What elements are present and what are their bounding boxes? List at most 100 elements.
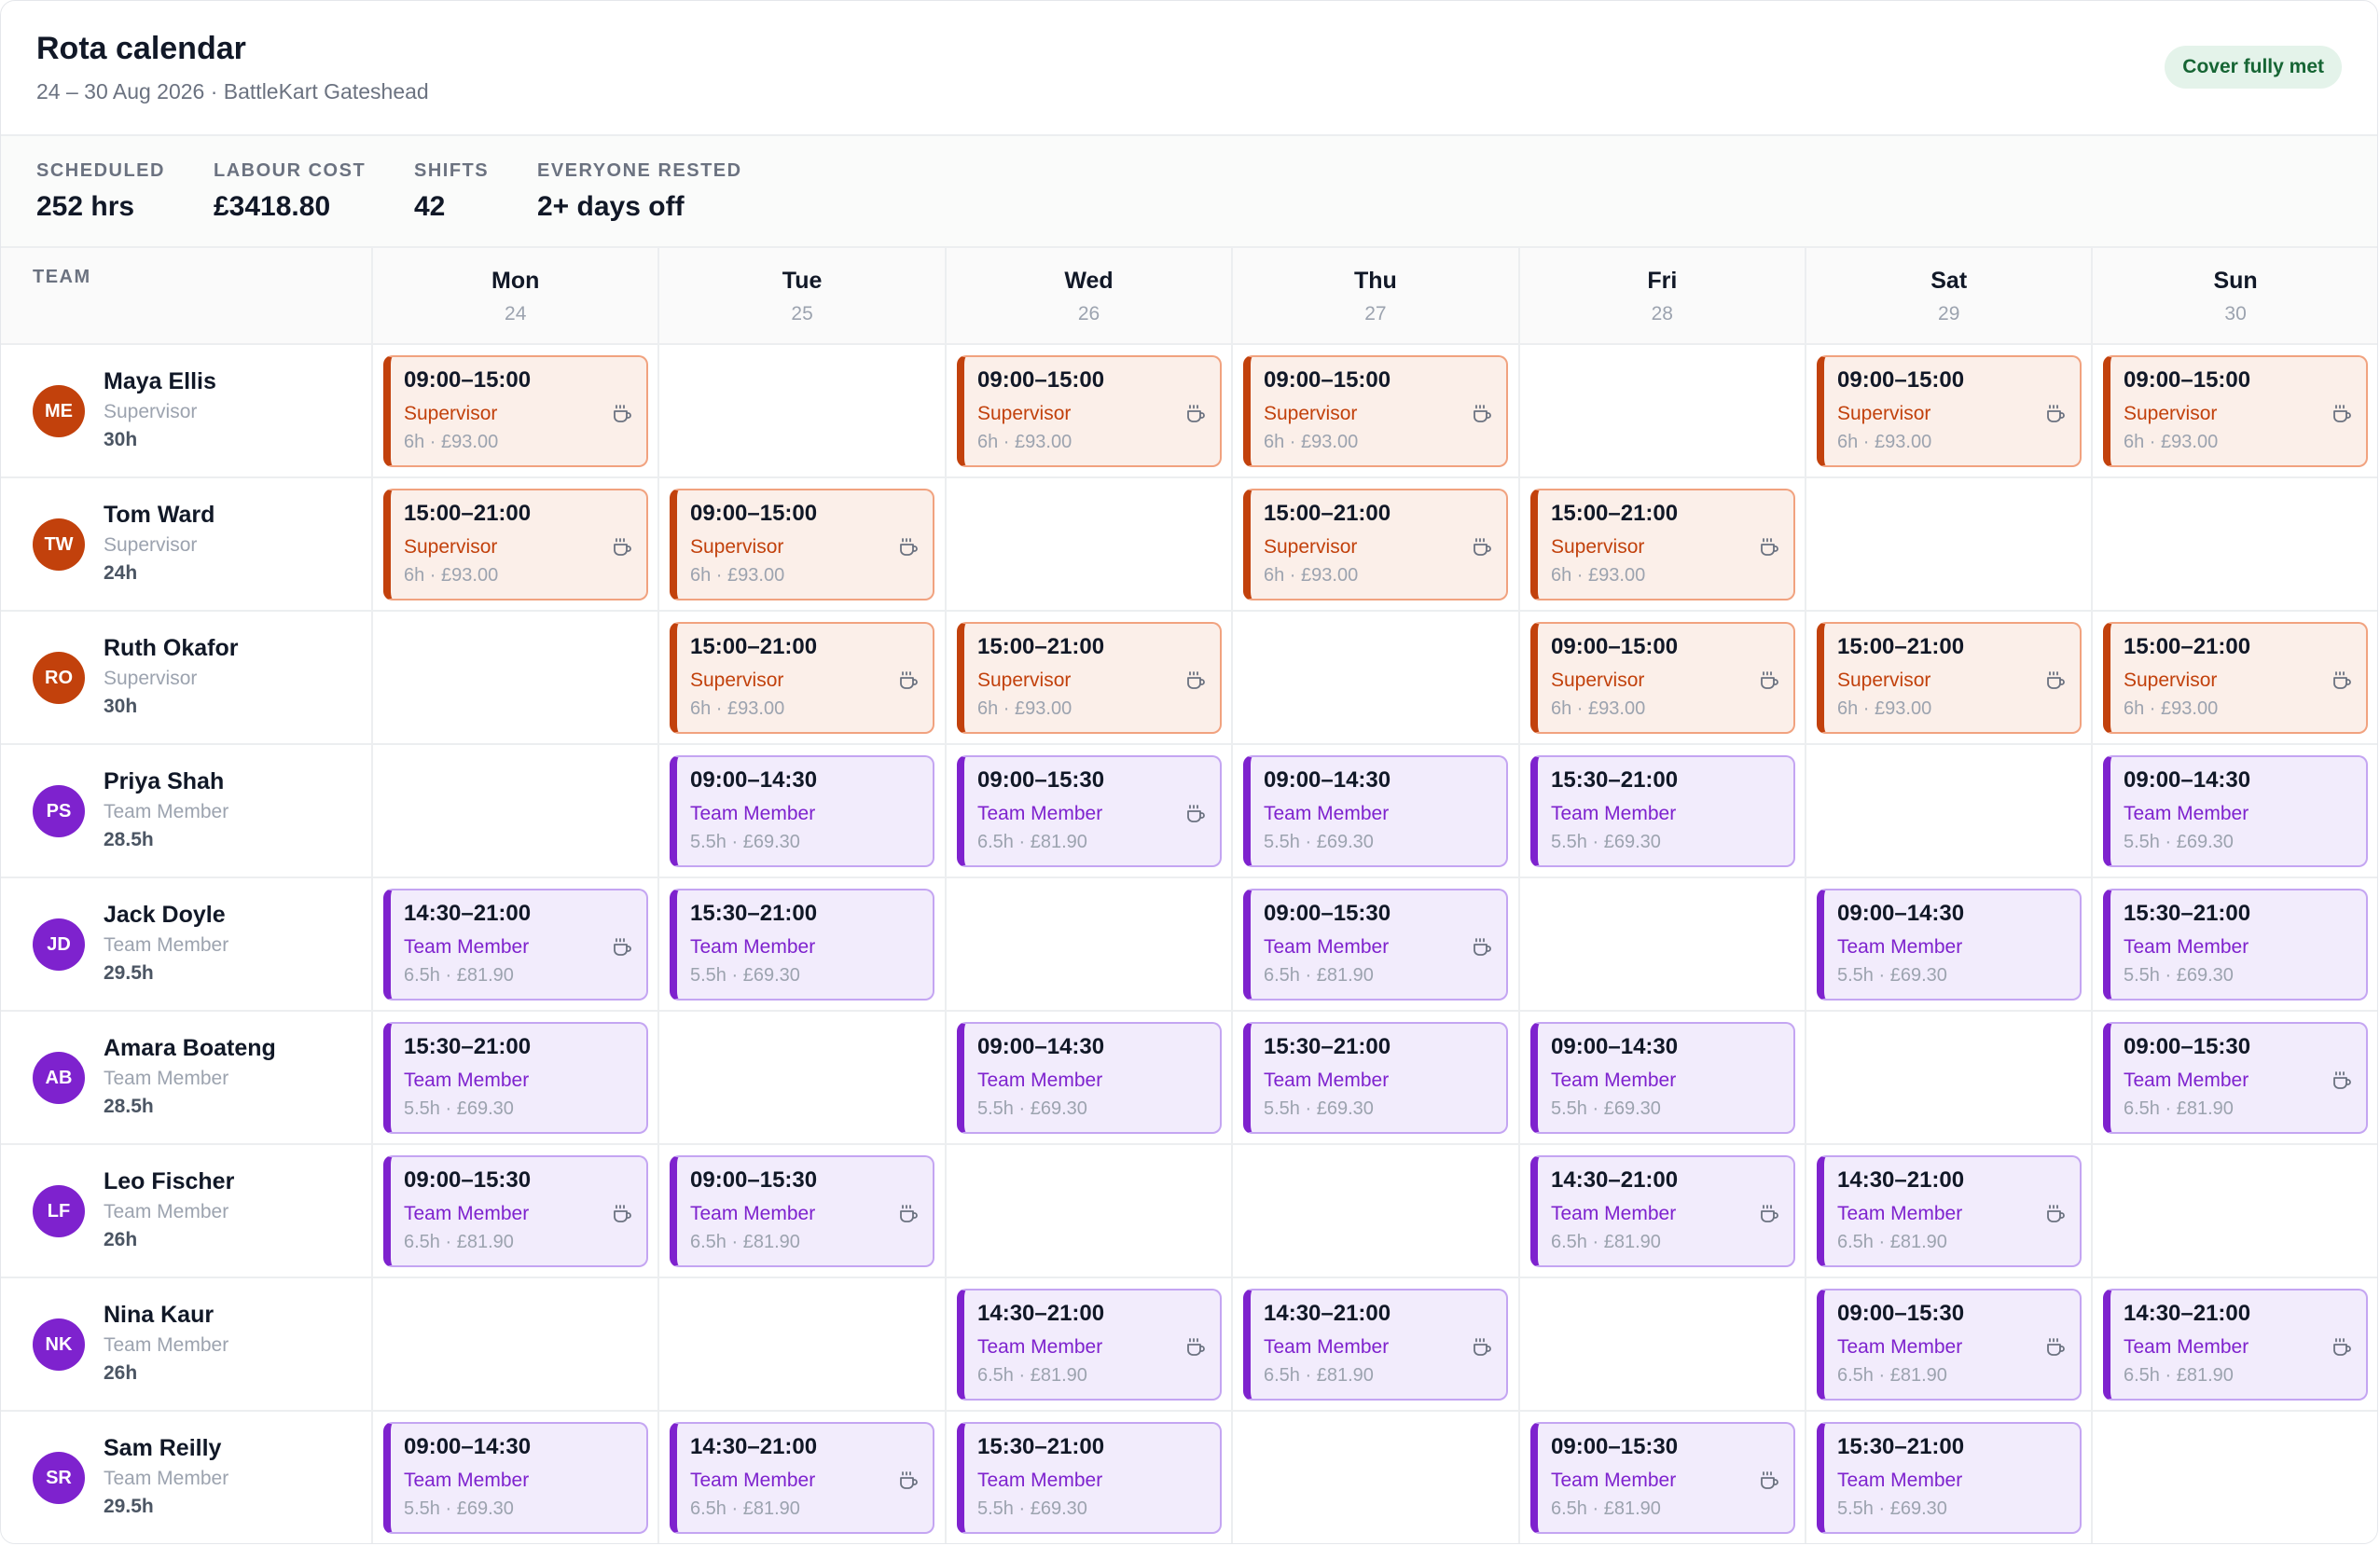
shift-hours-cost: 6.5h · £81.90 [2124,1365,2234,1386]
shift-card[interactable]: 09:00–15:00 Supervisor 6h · £93.00 [1243,355,1508,467]
shift-role: Team Member [1837,1203,1963,1224]
shift-hours-cost: 6h · £93.00 [1551,565,1646,586]
shift-hours-cost: 6.5h · £81.90 [404,1232,514,1252]
shift-card[interactable]: 09:00–14:30 Team Member 5.5h · £69.30 [1243,755,1508,867]
shift-card[interactable]: 14:30–21:00 Team Member 6.5h · £81.90 [670,1422,934,1534]
shift-card[interactable]: 09:00–15:30 Team Member 6.5h · £81.90 [1817,1289,2082,1401]
shift-card[interactable]: 09:00–14:30 Team Member 5.5h · £69.30 [383,1422,648,1534]
coffee-cup-icon [2044,404,2067,426]
stat-label: LABOUR COST [214,160,367,181]
coffee-cup-icon [1184,404,1207,426]
shift-role: Supervisor [1264,403,1358,424]
employee-row: RO Ruth Okafor Supervisor 30h 15:00–21:00 Sup… [1,612,2377,745]
employee-role: Team Member [104,934,229,956]
shift-card[interactable]: 09:00–14:30 Team Member 5.5h · £69.30 [1530,1022,1795,1134]
shift-card[interactable]: 09:00–15:30 Team Member 6.5h · £81.90 [2103,1022,2368,1134]
shift-card[interactable]: 09:00–14:30 Team Member 5.5h · £69.30 [670,755,934,867]
shift-role: Supervisor [690,536,784,558]
shift-card[interactable]: 15:00–21:00 Supervisor 6h · £93.00 [1817,622,2082,734]
employee-name[interactable]: Priya Shah [104,768,224,795]
shift-card[interactable]: 15:30–21:00 Team Member 5.5h · £69.30 [383,1022,648,1134]
shift-card[interactable]: 15:30–21:00 Team Member 5.5h · £69.30 [1243,1022,1508,1134]
shift-card[interactable]: 09:00–14:30 Team Member 5.5h · £69.30 [2103,755,2368,867]
employee-row: NK Nina Kaur Team Member 26h 14:30–21:00 Team… [1,1278,2377,1412]
employee-name[interactable]: Ruth Okafor [104,635,238,662]
shift-card[interactable]: 09:00–14:30 Team Member 5.5h · £69.30 [957,1022,1222,1134]
employee-role: Team Member [104,1068,229,1089]
employee-name[interactable]: Jack Doyle [104,902,226,929]
shift-card[interactable]: 15:00–21:00 Supervisor 6h · £93.00 [2103,622,2368,734]
shift-card[interactable]: 09:00–15:30 Team Member 6.5h · £81.90 [957,755,1222,867]
shift-role: Supervisor [1837,669,1931,691]
employee-name[interactable]: Sam Reilly [104,1435,221,1462]
shift-card[interactable]: 14:30–21:00 Team Member 6.5h · £81.90 [1530,1155,1795,1267]
shift-role: Team Member [690,1203,816,1224]
shift-card[interactable]: 14:30–21:00 Team Member 6.5h · £81.90 [383,889,648,1001]
shift-hours-cost: 6.5h · £81.90 [2124,1098,2234,1119]
shift-card[interactable]: 15:30–21:00 Team Member 5.5h · £69.30 [957,1422,1222,1534]
employee-row: PS Priya Shah Team Member 28.5h 09:00–14:30 T… [1,745,2377,878]
shift-card[interactable]: 09:00–15:00 Supervisor 6h · £93.00 [1817,355,2082,467]
shift-time: 15:30–21:00 [1264,1034,1391,1059]
avatar: ME [33,385,85,437]
shift-card[interactable]: 09:00–15:00 Supervisor 6h · £93.00 [383,355,648,467]
shift-hours-cost: 6.5h · £81.90 [690,1498,800,1519]
shift-hours-cost: 6h · £93.00 [1264,565,1359,586]
shift-card[interactable]: 15:00–21:00 Supervisor 6h · £93.00 [1530,489,1795,600]
coffee-cup-icon [1758,1204,1780,1226]
employee-name[interactable]: Maya Ellis [104,368,216,395]
day-header-0: Mon 24 [372,248,658,345]
shift-card[interactable]: 09:00–15:00 Supervisor 6h · £93.00 [2103,355,2368,467]
shift-card[interactable]: 14:30–21:00 Team Member 6.5h · £81.90 [957,1289,1222,1401]
shift-card[interactable]: 15:00–21:00 Supervisor 6h · £93.00 [670,622,934,734]
shift-card[interactable]: 15:00–21:00 Supervisor 6h · £93.00 [957,622,1222,734]
stat-shifts: SHIFTS 42 [414,160,489,223]
shift-card[interactable]: 15:00–21:00 Supervisor 6h · £93.00 [383,489,648,600]
employee-name[interactable]: Nina Kaur [104,1302,214,1329]
coffee-cup-icon [1758,1470,1780,1493]
shift-time: 09:00–15:30 [1264,901,1391,926]
shift-card[interactable]: 14:30–21:00 Team Member 6.5h · £81.90 [2103,1289,2368,1401]
employee-name[interactable]: Tom Ward [104,502,214,529]
shift-role: Team Member [404,1470,530,1491]
shift-time: 09:00–15:30 [1837,1301,1965,1326]
shift-card[interactable]: 14:30–21:00 Team Member 6.5h · £81.90 [1817,1155,2082,1267]
shift-card[interactable]: 09:00–15:00 Supervisor 6h · £93.00 [670,489,934,600]
shift-card[interactable]: 15:30–21:00 Team Member 5.5h · £69.30 [2103,889,2368,1001]
coffee-cup-icon [897,537,920,559]
shift-time: 14:30–21:00 [690,1434,818,1459]
stat-labour-cost: LABOUR COST £3418.80 [214,160,366,223]
shift-time: 15:00–21:00 [1837,634,1965,659]
coffee-cup-icon [1758,670,1780,693]
coffee-cup-icon [2044,1204,2067,1226]
shift-time: 09:00–15:30 [977,767,1105,793]
shift-card[interactable]: 09:00–15:30 Team Member 6.5h · £81.90 [383,1155,648,1267]
employee-name[interactable]: Amara Boateng [104,1035,276,1062]
day-header-5: Sat 29 [1806,248,2092,345]
shift-card[interactable]: 09:00–15:00 Supervisor 6h · £93.00 [957,355,1222,467]
shift-hours-cost: 6.5h · £81.90 [977,1365,1087,1386]
employee-hours: 30h [104,429,138,450]
shift-card[interactable]: 15:00–21:00 Supervisor 6h · £93.00 [1243,489,1508,600]
shift-time: 15:30–21:00 [404,1034,532,1059]
coffee-cup-icon [2331,670,2353,693]
shift-card[interactable]: 15:30–21:00 Team Member 5.5h · £69.30 [670,889,934,1001]
shift-time: 09:00–15:30 [404,1167,532,1193]
shift-time: 15:00–21:00 [690,634,818,659]
shift-card[interactable]: 15:30–21:00 Team Member 5.5h · £69.30 [1817,1422,2082,1534]
shift-card[interactable]: 09:00–15:30 Team Member 6.5h · £81.90 [1530,1422,1795,1534]
employee-role: Supervisor [104,401,198,422]
shift-card[interactable]: 09:00–14:30 Team Member 5.5h · £69.30 [1817,889,2082,1001]
shift-card[interactable]: 09:00–15:30 Team Member 6.5h · £81.90 [670,1155,934,1267]
shift-hours-cost: 5.5h · £69.30 [1264,1098,1374,1119]
shift-role: Supervisor [1551,669,1645,691]
shift-role: Supervisor [977,403,1072,424]
employee-name[interactable]: Leo Fischer [104,1168,234,1195]
shift-card[interactable]: 14:30–21:00 Team Member 6.5h · £81.90 [1243,1289,1508,1401]
shift-card[interactable]: 09:00–15:00 Supervisor 6h · £93.00 [1530,622,1795,734]
shift-card[interactable]: 09:00–15:30 Team Member 6.5h · £81.90 [1243,889,1508,1001]
coffee-cup-icon [611,404,633,426]
shift-hours-cost: 6h · £93.00 [1837,698,1932,719]
shift-role: Team Member [1551,1203,1677,1224]
shift-card[interactable]: 15:30–21:00 Team Member 5.5h · £69.30 [1530,755,1795,867]
